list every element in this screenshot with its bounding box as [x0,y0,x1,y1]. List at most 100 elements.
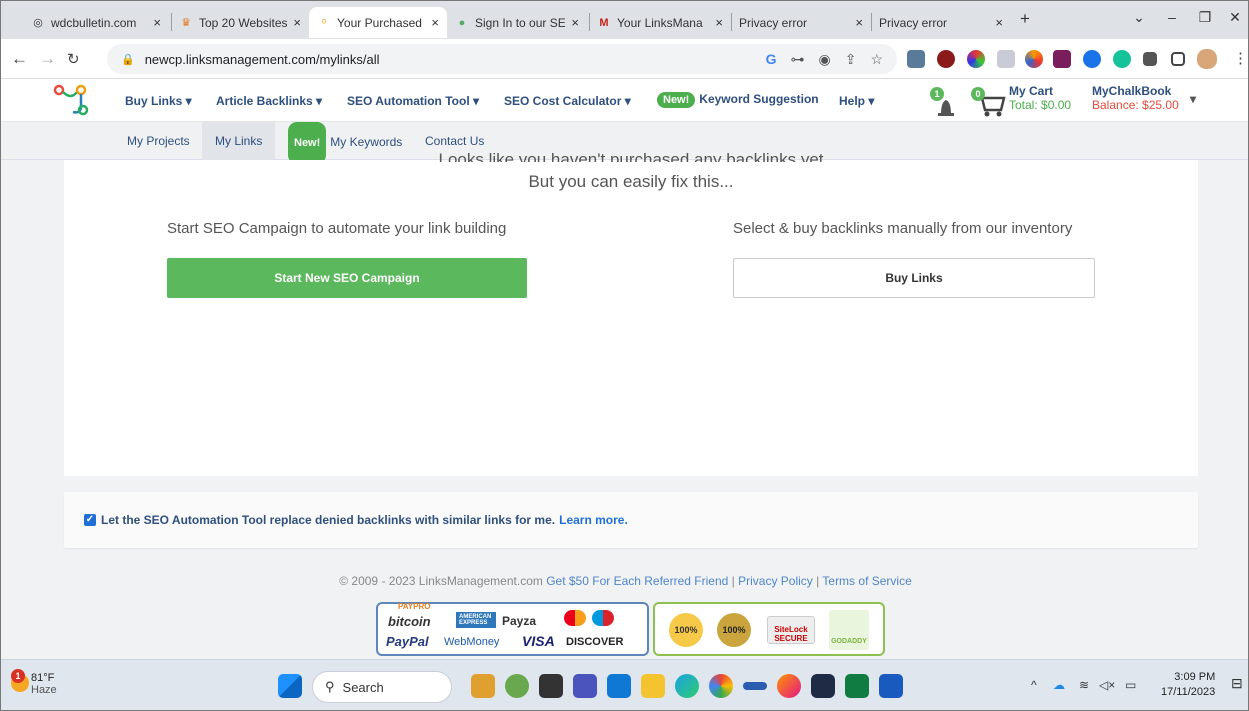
close-tab-icon[interactable]: × [571,15,579,30]
close-tab-icon[interactable]: × [431,15,439,30]
bookmark-star-icon[interactable]: ☆ [870,51,883,68]
profile-avatar[interactable] [1197,49,1217,69]
battery-icon[interactable]: ▭ [1125,678,1136,692]
volume-icon[interactable]: ◁× [1099,678,1115,692]
taskbar-search[interactable]: ⚲ Search [312,671,452,703]
terms-of-service-link[interactable]: Terms of Service [822,574,911,588]
browser-toolbar: ← → ↻ 🔒 newcp.linksmanagement.com/mylink… [1,39,1248,79]
close-tab-icon[interactable]: × [153,15,161,30]
visa-logo: VISA [522,633,555,649]
linksmanagement-favicon-icon: ᵒ [321,16,327,29]
browser-tab[interactable]: ♛ Top 20 Websites × [171,7,309,38]
buy-links-button[interactable]: Buy Links [733,258,1095,298]
new-tab-button[interactable]: + [1015,9,1035,29]
share-icon[interactable]: ⇪ [845,51,857,68]
eye-icon[interactable]: ◉ [818,51,830,68]
edge-icon[interactable] [675,674,699,698]
replace-denied-checkbox[interactable]: ✓ [84,514,96,526]
separator: | [731,574,735,588]
close-tab-icon[interactable]: × [293,15,301,30]
browser-tab-active[interactable]: ᵒ Your Purchased × [309,7,447,38]
tab-search-chevron-icon[interactable]: ⌄ [1129,9,1149,26]
new-badge: New! [657,92,696,108]
google-translate-icon[interactable]: G [766,51,777,68]
menu-seo-automation-tool[interactable]: SEO Automation Tool ▾ [347,94,479,108]
account-menu[interactable]: MyChalkBook Balance: $25.00 [1092,84,1179,112]
windows-start-icon[interactable] [278,674,302,698]
minimize-icon[interactable]: – [1162,9,1182,25]
account-caret-icon[interactable]: ▾ [1190,92,1196,106]
file-explorer-icon[interactable] [641,674,665,698]
firefox-icon[interactable] [777,674,801,698]
godaddy-seal: GODADDY [829,610,869,650]
browser-menu-icon[interactable]: ⋮ [1233,49,1248,67]
linksmanagement-logo[interactable] [53,84,93,118]
browser-tab[interactable]: Privacy error × [731,7,871,38]
lock-icon: 🔒 [121,53,135,66]
grammarly-icon[interactable] [1113,50,1131,68]
wifi-icon[interactable]: ≋ [1079,678,1089,692]
key-icon[interactable]: ⊶ [790,51,804,68]
system-clock[interactable]: 3:09 PM 17/11/2023 [1161,670,1215,700]
taskbar-app-icon[interactable] [743,682,767,690]
menu-buy-links[interactable]: Buy Links ▾ [125,94,192,108]
menu-seo-cost-calculator[interactable]: SEO Cost Calculator ▾ [504,94,631,108]
tab-title: Your Purchased [337,15,422,30]
menu-help[interactable]: Help ▾ [839,94,874,108]
word-icon[interactable] [879,674,903,698]
learn-more-link[interactable]: Learn more. [559,513,628,527]
browser-tab[interactable]: Privacy error × [871,7,1011,38]
separator: | [816,574,820,588]
tab-title: Your LinksMana [617,15,703,30]
teams-icon[interactable] [573,674,597,698]
extension-icon[interactable] [907,50,925,68]
site-header: Buy Links ▾ Article Backlinks ▾ SEO Auto… [1,80,1248,122]
puzzle-extensions-icon[interactable] [1143,52,1157,66]
browser-tab[interactable]: M Your LinksMana × [589,7,731,38]
windows-taskbar: 1 81°F Haze ⚲ Search ^ ☁ ≋ ◁× ▭ 3:09 PM … [1,659,1248,710]
back-arrow-icon[interactable]: ← [11,49,28,69]
browser-tab[interactable]: ● Sign In to our SE × [447,7,587,38]
weather-desc: Haze [31,684,57,696]
window-close-icon[interactable]: ✕ [1225,9,1245,26]
extension-icon[interactable] [1025,50,1043,68]
empty-links-panel: Looks like you haven't purchased any bac… [64,150,1198,476]
browser-tab[interactable]: ◎ wdcbulletin.com × [23,7,169,38]
my-cart[interactable]: My Cart Total: $0.00 [1009,84,1071,112]
weather-widget[interactable]: 81°F Haze [31,672,57,696]
extension-icon[interactable] [1053,50,1071,68]
address-bar[interactable]: 🔒 newcp.linksmanagement.com/mylinks/all … [107,44,897,74]
browser-tab-strip: ◎ wdcbulletin.com × ♛ Top 20 Websites × … [1,1,1248,39]
extension-icon[interactable] [967,50,985,68]
close-tab-icon[interactable]: × [995,15,1003,30]
close-tab-icon[interactable]: × [715,15,723,30]
outlook-icon[interactable] [607,674,631,698]
start-new-seo-campaign-button[interactable]: Start New SEO Campaign [167,258,527,298]
taskbar-app-icon[interactable] [539,674,563,698]
privacy-policy-link[interactable]: Privacy Policy [738,574,813,588]
referral-link[interactable]: Get $50 For Each Referred Friend [546,574,728,588]
menu-article-backlinks[interactable]: Article Backlinks ▾ [216,94,322,108]
footer-links: © 2009 - 2023 LinksManagement.com Get $5… [1,574,1248,588]
notification-center-icon[interactable]: ⊟ [1231,675,1243,692]
clock-time: 3:09 PM [1174,671,1216,683]
tab-title: Sign In to our SE [475,15,566,30]
tray-chevron-icon[interactable]: ^ [1031,678,1037,692]
taskbar-app-icon[interactable] [811,674,835,698]
taskbar-app-icon[interactable] [505,674,529,698]
side-panel-icon[interactable] [1171,52,1185,66]
close-tab-icon[interactable]: × [855,15,863,30]
taskbar-app-icon[interactable] [471,674,495,698]
shield-extension-icon[interactable] [997,50,1015,68]
reload-icon[interactable]: ↻ [67,50,80,68]
restore-icon[interactable]: ❐ [1195,9,1215,26]
payza-logo: Payza [502,614,537,628]
extension-icon[interactable] [1083,50,1101,68]
excel-icon[interactable] [845,674,869,698]
forward-arrow-icon[interactable]: → [39,49,56,69]
globe-icon: ◎ [33,17,43,29]
extension-icon[interactable] [937,50,955,68]
chrome-icon[interactable] [709,674,733,698]
onedrive-icon[interactable]: ☁ [1053,678,1065,692]
menu-keyword-suggestion[interactable]: New! Keyword Suggestion [657,92,819,108]
